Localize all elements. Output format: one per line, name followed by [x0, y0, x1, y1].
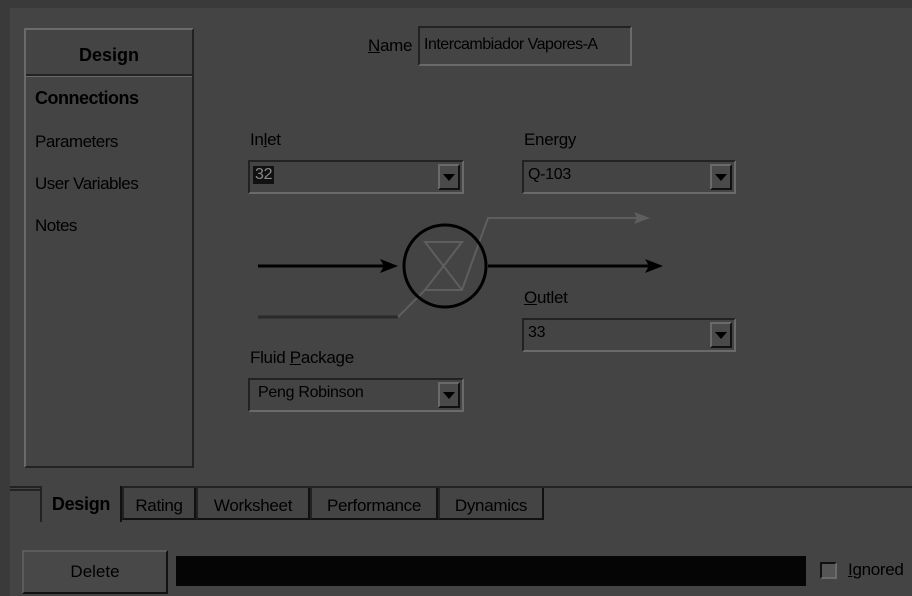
name-label: Name	[368, 36, 413, 55]
inlet-dropdown[interactable]: 32	[248, 160, 464, 194]
ignored-checkbox[interactable]	[820, 562, 837, 579]
sidebar-title: Design	[26, 30, 192, 76]
sidebar-item-notes[interactable]: Notes	[35, 216, 77, 236]
heat-exchanger-icon	[258, 212, 663, 319]
outlet-label: Outlet	[524, 288, 568, 307]
window-left-border	[0, 0, 10, 596]
chevron-down-icon	[443, 391, 455, 399]
window-top-border	[0, 0, 912, 8]
energy-dropdown[interactable]: Q-103	[522, 160, 736, 194]
outlet-value: 33	[528, 324, 546, 341]
status-bar	[176, 556, 806, 586]
tab-dynamics[interactable]: Dynamics	[438, 488, 544, 520]
delete-button[interactable]: Delete	[22, 550, 168, 594]
ignored-label[interactable]: Ignored	[848, 560, 904, 580]
energy-label: Energy	[524, 130, 577, 149]
chevron-down-icon	[715, 331, 727, 339]
inlet-label: Inlet	[250, 130, 281, 149]
design-sidebar: Design Connections Parameters User Varia…	[24, 28, 194, 468]
fluid-package-dropdown[interactable]: Peng Robinson	[248, 378, 464, 412]
inlet-value: 32	[253, 166, 275, 184]
energy-value: Q-103	[528, 166, 571, 183]
tab-strip-border-left	[10, 489, 40, 491]
outlet-dropdown[interactable]: 33	[522, 318, 736, 352]
tab-design[interactable]: Design	[40, 486, 122, 522]
sidebar-item-parameters[interactable]: Parameters	[35, 132, 118, 152]
fluid-package-label: Fluid Package	[250, 348, 354, 367]
sidebar-item-user-variables[interactable]: User Variables	[35, 174, 139, 194]
chevron-down-icon	[443, 173, 455, 181]
chevron-down-icon	[715, 173, 727, 181]
energy-dropdown-button[interactable]	[710, 164, 732, 190]
outlet-dropdown-button[interactable]	[710, 322, 732, 348]
fluid-package-dropdown-button[interactable]	[438, 382, 460, 408]
tab-worksheet[interactable]: Worksheet	[196, 488, 310, 520]
inlet-dropdown-button[interactable]	[438, 164, 460, 190]
tab-performance[interactable]: Performance	[310, 488, 438, 520]
fluid-package-value: Peng Robinson	[258, 384, 364, 401]
tab-rating[interactable]: Rating	[122, 488, 196, 520]
sidebar-item-connections[interactable]: Connections	[35, 88, 139, 109]
name-field[interactable]: Intercambiador Vapores-A	[418, 26, 632, 66]
